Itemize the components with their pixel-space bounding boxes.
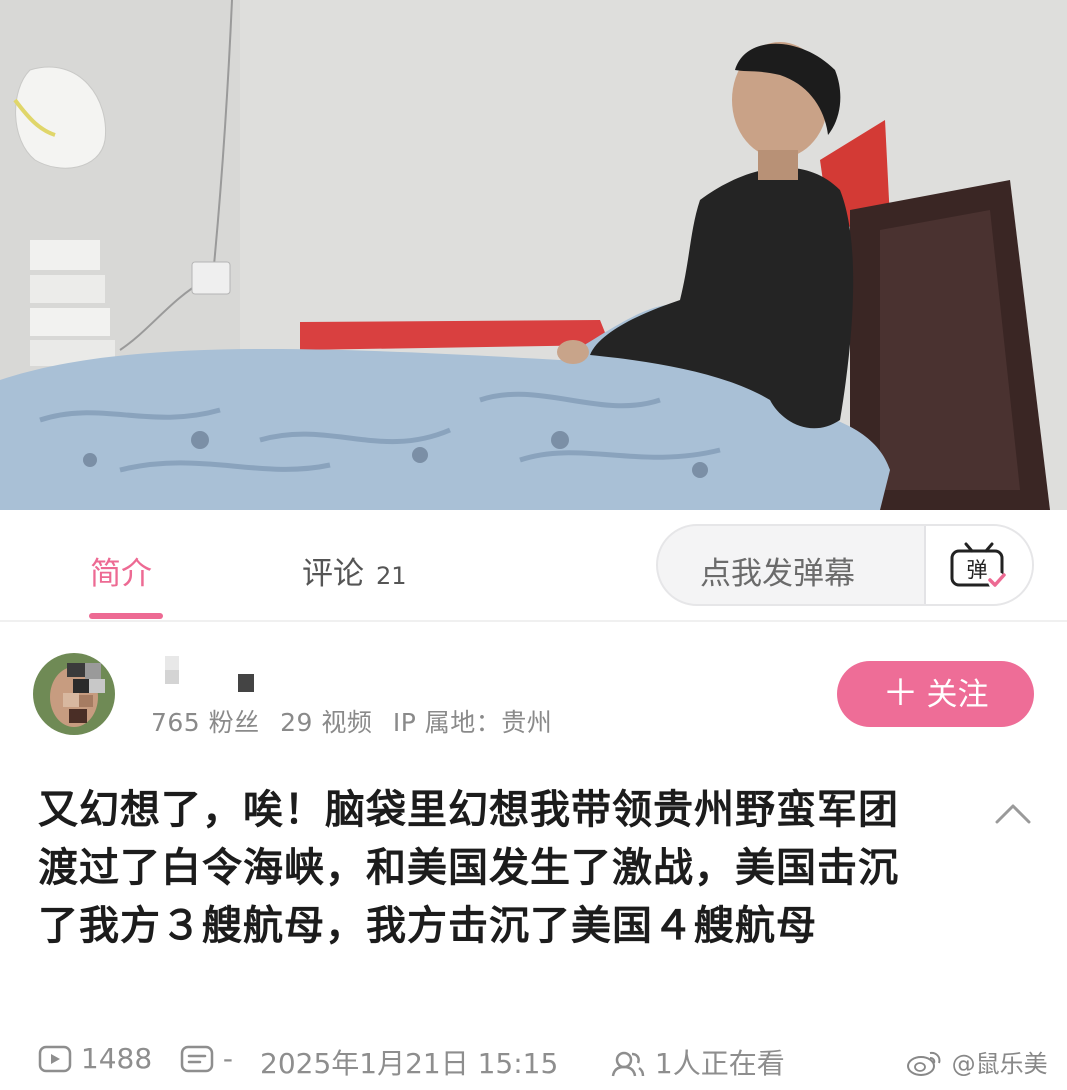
publish-date: 2025年1月21日 15:15 bbox=[260, 1047, 559, 1080]
danmaku-toggle-icon: 弹 bbox=[950, 542, 1006, 590]
viewers-icon bbox=[611, 1051, 645, 1077]
plus-icon: ＋ bbox=[882, 673, 919, 714]
tab-comments[interactable]: 评论 21 bbox=[302, 548, 407, 593]
follow-label: 关注 bbox=[926, 677, 989, 713]
video-frame-image bbox=[0, 0, 1067, 510]
play-count: 1488 bbox=[38, 1042, 152, 1075]
author-name-redacted[interactable] bbox=[160, 656, 260, 696]
danmaku-icon-glyph: 弹 bbox=[967, 558, 988, 582]
ip-location: IP 属地：贵州 bbox=[392, 708, 553, 737]
author-avatar[interactable] bbox=[33, 653, 115, 735]
tab-comments-count: 21 bbox=[376, 562, 407, 590]
avatar-image bbox=[33, 653, 115, 735]
tab-comments-label: 评论 bbox=[302, 556, 364, 592]
danmaku-count-icon bbox=[180, 1045, 214, 1073]
weibo-logo-icon bbox=[907, 1051, 941, 1076]
danmaku-placeholder: 点我发弹幕 bbox=[700, 556, 855, 592]
danmaku-count-value: - bbox=[222, 1042, 234, 1075]
follow-button[interactable]: ＋关注 bbox=[837, 661, 1034, 727]
tab-intro-label: 简介 bbox=[90, 556, 152, 592]
play-count-icon bbox=[38, 1045, 72, 1073]
author-stats: 765 粉丝 29 视频 IP 属地：贵州 bbox=[151, 703, 564, 739]
watching-now-text: 1人正在看 bbox=[654, 1047, 785, 1080]
danmaku-toggle-button[interactable]: 弹 bbox=[926, 526, 1032, 604]
chevron-up-icon[interactable] bbox=[994, 800, 1032, 826]
watermark-text: @鼠乐美 bbox=[951, 1050, 1048, 1078]
danmaku-count: - bbox=[180, 1042, 233, 1075]
video-count: 29 视频 bbox=[280, 708, 373, 737]
watermark: @鼠乐美 bbox=[906, 1044, 1048, 1079]
video-description: 又幻想了，唉！脑袋里幻想我带领贵州野蛮军团渡过了白令海峡，和美国发生了激战，美国… bbox=[38, 787, 899, 949]
active-tab-indicator bbox=[89, 613, 163, 619]
watching-now: 1人正在看 bbox=[610, 1042, 785, 1082]
tab-intro[interactable]: 简介 bbox=[90, 548, 152, 593]
video-player[interactable] bbox=[0, 0, 1067, 510]
fans-count: 765 粉丝 bbox=[151, 708, 260, 737]
play-count-value: 1488 bbox=[80, 1042, 153, 1075]
danmaku-input[interactable]: 点我发弹幕 弹 bbox=[656, 524, 1034, 606]
